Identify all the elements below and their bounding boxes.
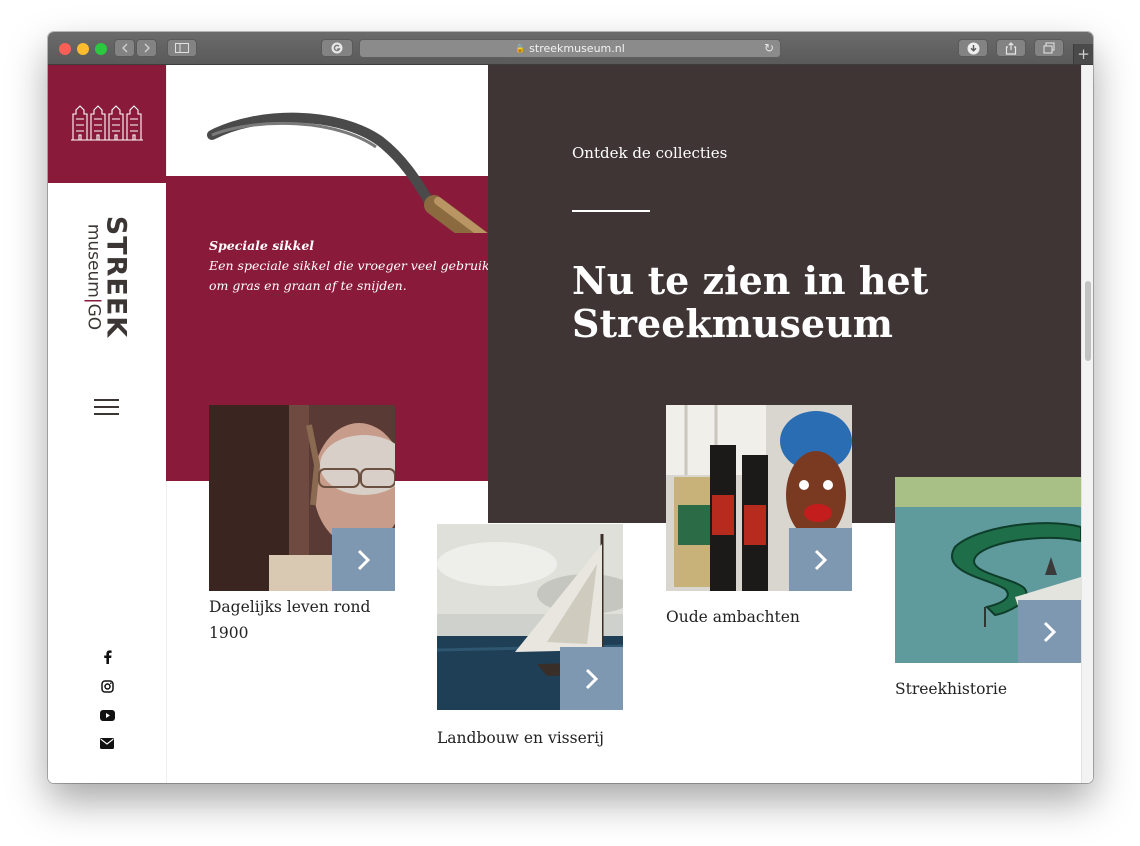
wordmark-streek: STREEK (100, 215, 132, 339)
caption-title: Speciale sikkel (209, 238, 315, 253)
card-arrow-button[interactable] (1018, 600, 1081, 663)
card-image-shop-goods (666, 405, 852, 591)
plus-icon: + (1077, 45, 1090, 63)
email-icon[interactable] (99, 735, 115, 751)
address-bar-url: streekmuseum.nl (529, 42, 625, 55)
grammarly-icon (331, 42, 343, 54)
divider-rule (572, 210, 650, 212)
logo-box[interactable] (48, 65, 166, 183)
page-scrollbar[interactable] (1081, 65, 1093, 783)
forward-button[interactable] (136, 39, 157, 57)
sidebar-icon (175, 43, 189, 53)
tabs-overview-button[interactable] (1034, 39, 1064, 57)
canal-houses-logo-icon (71, 105, 143, 141)
sidebar-toggle-button[interactable] (167, 39, 197, 57)
share-icon (1005, 41, 1017, 55)
share-button[interactable] (996, 39, 1026, 57)
card-label: Landbouw en visserij (437, 729, 604, 747)
downloads-button[interactable] (958, 39, 988, 57)
scrollbar-thumb[interactable] (1085, 281, 1091, 361)
collection-card-regional-history[interactable]: Streekhistorie (895, 477, 1081, 702)
web-page: STREEK museum|GO Speciale sikkel Een spe… (48, 65, 1093, 783)
card-arrow-button[interactable] (560, 647, 623, 710)
card-image-map-illustration (895, 477, 1081, 663)
facebook-icon[interactable] (99, 649, 115, 665)
browser-toolbar: 🔒 streekmuseum.nl ↻ + (48, 32, 1093, 65)
minimize-window-button[interactable] (77, 43, 89, 55)
browser-window: 🔒 streekmuseum.nl ↻ + STREEK museum|GO S… (48, 32, 1093, 783)
card-image-elderly-woman (209, 405, 395, 591)
card-arrow-button[interactable] (332, 528, 395, 591)
chevron-right-icon (585, 668, 598, 689)
page-headline: Nu te zien in het Streekmuseum (572, 258, 929, 346)
chevron-left-icon (121, 43, 127, 53)
chevron-right-icon (1043, 621, 1056, 642)
wordmark-museum: museum|GO (83, 223, 104, 331)
youtube-icon[interactable] (99, 707, 115, 723)
site-sidebar: STREEK museum|GO (48, 65, 167, 783)
sickle-image (207, 112, 488, 233)
collection-card-daily-life[interactable]: Dagelijks leven rond 1900 (209, 405, 395, 646)
card-label: Dagelijks leven rond 1900 (209, 598, 371, 642)
lock-icon: 🔒 (515, 44, 526, 53)
card-label: Streekhistorie (895, 680, 1007, 698)
caption-line-2: om gras en graan af te snijden. (209, 278, 407, 293)
card-label: Oude ambachten (666, 608, 800, 626)
maximize-window-button[interactable] (95, 43, 107, 55)
download-icon (967, 42, 979, 54)
close-window-button[interactable] (59, 43, 71, 55)
chevron-right-icon (814, 549, 827, 570)
address-bar[interactable]: 🔒 streekmuseum.nl ↻ (359, 39, 781, 58)
caption-line-1: Een speciale sikkel die vroeger veel geb… (209, 258, 517, 273)
collection-card-agriculture-fishery[interactable]: Landbouw en visserij (437, 524, 623, 751)
back-button[interactable] (114, 39, 135, 57)
collections-eyebrow: Ontdek de collecties (572, 144, 728, 162)
card-arrow-button[interactable] (789, 528, 852, 591)
chevron-right-icon (357, 549, 370, 570)
featured-object-caption: Speciale sikkel Een speciale sikkel die … (209, 236, 517, 296)
reload-icon[interactable]: ↻ (764, 41, 774, 55)
extension-button[interactable] (321, 39, 353, 57)
collection-card-old-crafts[interactable]: Oude ambachten (666, 405, 852, 630)
chevron-right-icon (144, 43, 150, 53)
instagram-icon[interactable] (99, 678, 115, 694)
tabs-icon (1043, 42, 1055, 54)
new-tab-button[interactable]: + (1073, 44, 1093, 64)
menu-icon[interactable] (94, 399, 119, 415)
vertical-wordmark[interactable]: STREEK museum|GO (83, 215, 132, 339)
card-image-sailboat (437, 524, 623, 710)
